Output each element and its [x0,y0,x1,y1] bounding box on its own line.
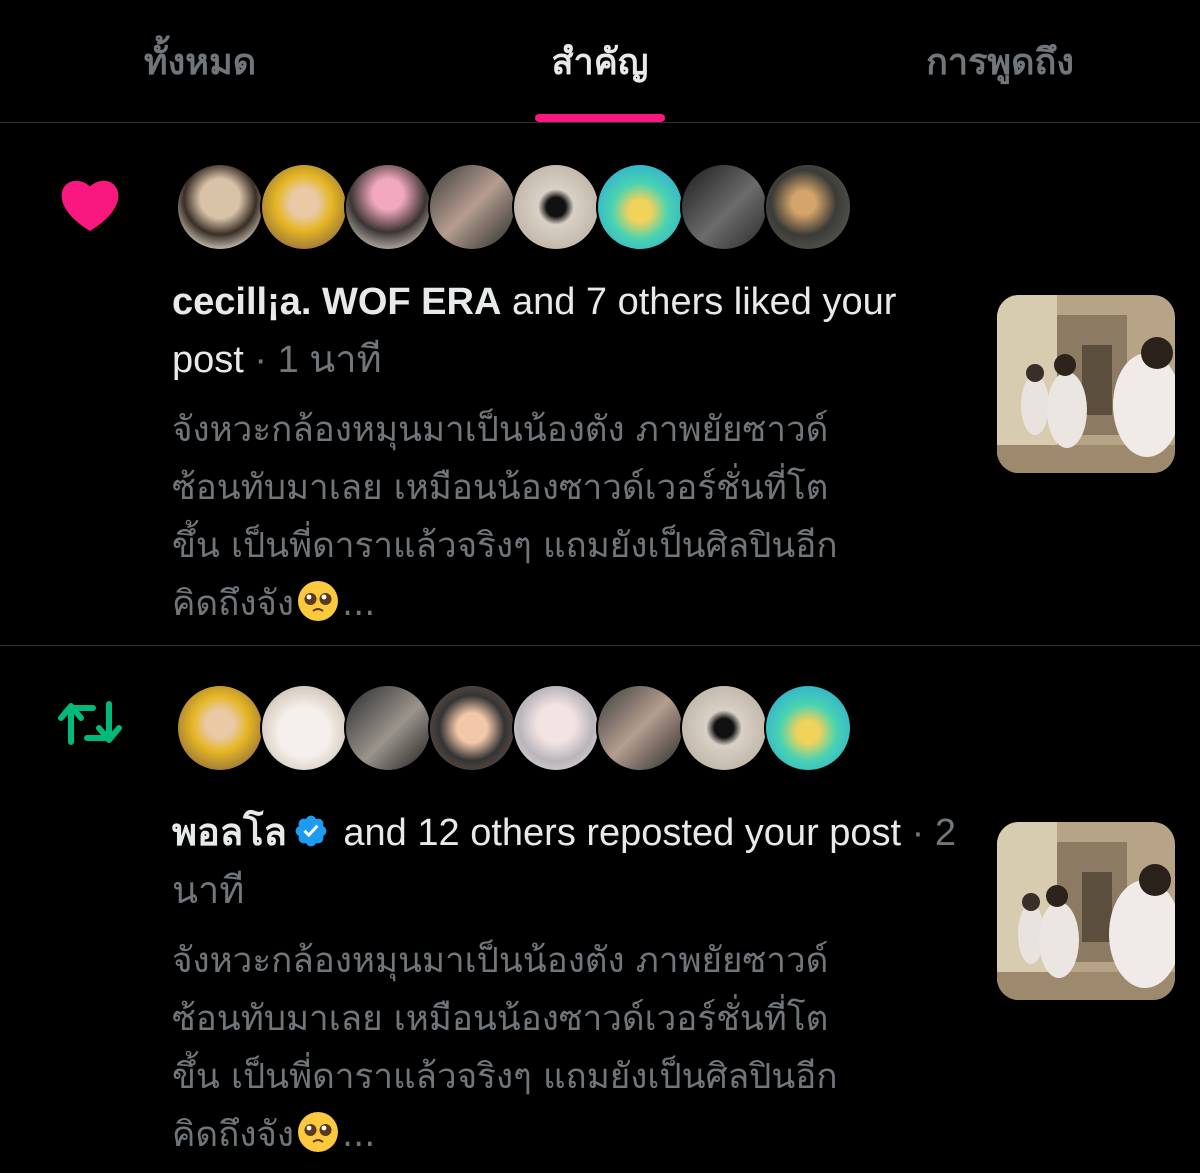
action-text: and 12 others reposted your post [332,812,902,854]
notification-item-repost[interactable]: พอลโล and 12 others reposted your post ·… [0,646,1200,1173]
notification-headline: cecill¡a. WOF ERA and 7 others liked you… [172,273,972,389]
avatar[interactable] [512,684,600,772]
post-snippet[interactable]: จังหวะกล้องหมุนมาเป็นน้องตัง ภาพยัยซาวด์… [172,932,932,1164]
timestamp: 1 นาที [277,339,382,381]
avatar-stack [176,684,852,772]
notification-item-like[interactable]: cecill¡a. WOF ERA and 7 others liked you… [0,123,1200,646]
avatar[interactable] [428,684,516,772]
actor-name[interactable]: cecill¡a. WOF ERA [172,281,501,323]
notification-tabs: ทั้งหมด สำคัญ การพูดถึง [0,0,1200,123]
verified-badge-icon [293,808,329,847]
post-thumbnail[interactable] [997,295,1175,473]
separator: · [243,339,278,381]
avatar[interactable] [176,163,264,251]
tab-mentions[interactable]: การพูดถึง [800,0,1200,122]
notifications-page: ทั้งหมด สำคัญ การพูดถึง cecill¡a. WOF ER… [0,0,1200,1173]
avatar[interactable] [680,684,768,772]
pleading-face-emoji [296,1110,340,1154]
avatar-stack [176,163,852,251]
post-snippet-text: จังหวะกล้องหมุนมาเป็นน้องตัง ภาพยัยซาวด์… [172,410,838,624]
tab-verified[interactable]: สำคัญ [400,0,800,122]
snippet-ellipsis: ... [342,1115,376,1155]
avatar[interactable] [260,163,348,251]
avatar[interactable] [764,684,852,772]
avatar[interactable] [596,163,684,251]
pleading-face-emoji [296,579,340,623]
tab-mentions-label: การพูดถึง [926,41,1074,83]
avatar[interactable] [512,163,600,251]
avatar[interactable] [176,684,264,772]
post-snippet[interactable]: จังหวะกล้องหมุนมาเป็นน้องตัง ภาพยัยซาวด์… [172,401,932,633]
separator: · [901,812,935,854]
tab-verified-label: สำคัญ [551,41,649,83]
tab-all-label: ทั้งหมด [143,41,257,83]
repost-icon [55,688,125,758]
notification-text: cecill¡a. WOF ERA and 7 others liked you… [172,273,972,633]
heart-icon [55,169,125,239]
actor-name[interactable]: พอลโล [172,812,287,854]
notification-headline: พอลโล and 12 others reposted your post ·… [172,804,972,920]
avatar[interactable] [596,684,684,772]
avatar[interactable] [344,163,432,251]
avatar[interactable] [260,684,348,772]
post-snippet-text: จังหวะกล้องหมุนมาเป็นน้องตัง ภาพยัยซาวด์… [172,941,838,1155]
avatar[interactable] [344,684,432,772]
active-tab-indicator [535,114,665,122]
snippet-ellipsis: ... [342,584,376,624]
notification-text: พอลโล and 12 others reposted your post ·… [172,804,972,1164]
avatar[interactable] [680,163,768,251]
tab-all[interactable]: ทั้งหมด [0,0,400,122]
avatar[interactable] [428,163,516,251]
post-thumbnail[interactable] [997,822,1175,1000]
avatar[interactable] [764,163,852,251]
